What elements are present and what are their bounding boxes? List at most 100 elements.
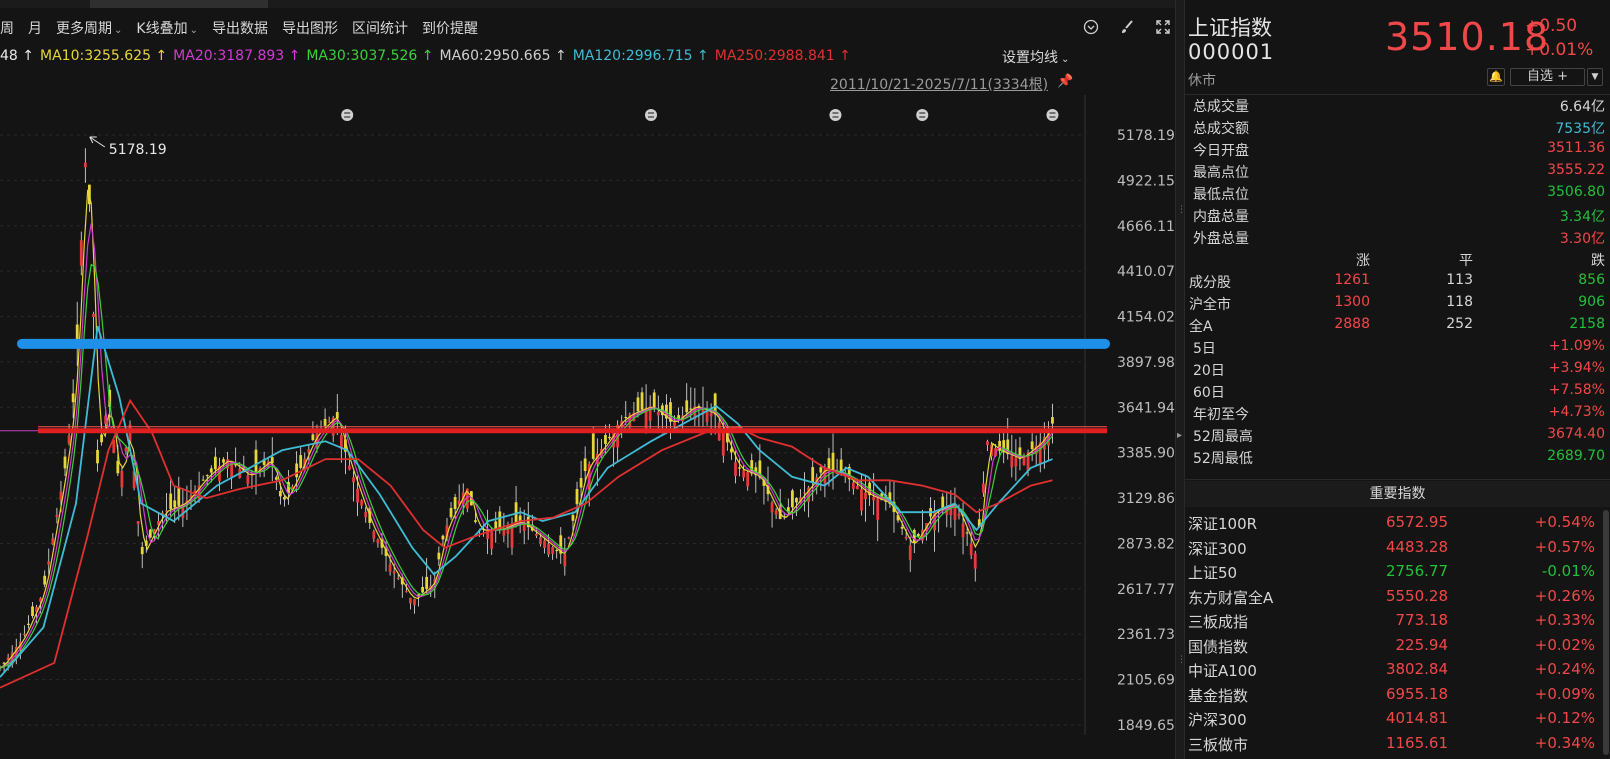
breadth-row: 成分股 1261 113 856 xyxy=(1185,270,1610,292)
y-tick-label: 4666.11 xyxy=(1117,219,1175,235)
candle-body xyxy=(969,543,973,556)
candle-body xyxy=(851,482,855,489)
index-row[interactable]: 东方财富全A 5550.28 +0.26% xyxy=(1185,584,1595,608)
candlestick-chart[interactable]: 5178.19 4922.15 4666.11 4410.07 4154.02 3897.… xyxy=(0,95,1175,759)
top-tab-strip xyxy=(0,0,1175,8)
index-row[interactable]: 三板做市 1165.61 +0.34% xyxy=(1185,731,1595,755)
watchlist-dropdown-icon[interactable]: ▼ xyxy=(1587,68,1603,86)
divider xyxy=(1185,479,1610,480)
candle-body xyxy=(51,538,55,545)
candle-body xyxy=(2,662,6,664)
candle-body xyxy=(71,393,75,403)
candle-body xyxy=(388,564,392,572)
candle-body xyxy=(222,459,225,463)
ma-legend-item[interactable]: MA120:2996.715 ↑ xyxy=(573,48,709,64)
candle-body xyxy=(270,457,274,464)
toolbar-item-4[interactable]: 导出数据 xyxy=(212,18,268,38)
toolbar-item-3[interactable]: K线叠加 ⌄ xyxy=(136,18,198,38)
index-row-price: 4014.81 xyxy=(1385,709,1448,727)
candle-body xyxy=(965,532,969,534)
event-marker-icon xyxy=(1046,109,1059,121)
y-tick-label: 3385.90 xyxy=(1117,446,1175,462)
stat-row: 总成交量 6.64亿 xyxy=(1185,94,1610,116)
indices-scrollbar[interactable] xyxy=(1603,510,1609,755)
toolbar-item-1[interactable]: 月 xyxy=(28,18,42,38)
index-row[interactable]: 上证50 2756.77 -0.01% xyxy=(1185,559,1595,583)
ma-legend-item[interactable]: MA250:2988.841 ↑ xyxy=(715,48,851,64)
candle-body xyxy=(22,633,26,635)
candle-body xyxy=(738,467,741,469)
breadth-row: 全A 2888 252 2158 xyxy=(1185,314,1610,336)
period-row: 20日 +3.94% xyxy=(1185,358,1610,380)
ma-legend-item[interactable]: MA10:3255.625 ↑ xyxy=(40,48,167,64)
index-row[interactable]: 沪深300 4014.81 +0.12% xyxy=(1185,706,1595,730)
event-marker-icon xyxy=(645,109,657,121)
candle-body xyxy=(774,510,778,515)
toolbar-item-6[interactable]: 区间统计 xyxy=(352,18,408,38)
ma-legend-item[interactable]: MA30:3037.526 ↑ xyxy=(306,48,433,64)
event-marker-icon xyxy=(341,109,354,121)
index-row[interactable]: 三板成指 773.18 +0.33% xyxy=(1185,608,1595,632)
index-row-change: +0.57% xyxy=(1534,537,1595,556)
candle-body xyxy=(27,623,30,625)
index-row[interactable]: 深证100R 6572.95 +0.54% xyxy=(1185,510,1595,534)
candle-body xyxy=(864,492,867,500)
candle-body xyxy=(567,537,571,539)
ma-legend-item[interactable]: MA20:3187.893 ↑ xyxy=(173,48,300,64)
index-row[interactable]: 中证A100 3802.84 +0.24% xyxy=(1185,657,1595,681)
quote-header: 上证指数 000001 休市 3510.18 +0.50 +0.01% 🔔 自选… xyxy=(1185,0,1610,95)
add-watchlist-button[interactable]: 自选 + xyxy=(1510,68,1585,86)
pin-icon[interactable]: 📌 xyxy=(1057,74,1073,89)
pane-splitter[interactable]: ⋮ ▸ ⋮ xyxy=(1175,0,1186,759)
candle-body xyxy=(673,422,676,426)
index-row-change: +0.26% xyxy=(1534,586,1595,605)
index-row-change: -0.01% xyxy=(1541,562,1595,580)
period-row: 60日 +7.58% xyxy=(1185,380,1610,402)
candle-body xyxy=(63,456,67,469)
candle-body xyxy=(421,586,425,593)
candle-body xyxy=(92,313,95,317)
range-label[interactable]: 2011/10/21-2025/7/11(3334根) xyxy=(830,74,1048,94)
ma-line-ma120 xyxy=(0,325,1053,678)
index-row[interactable]: 深证300 4483.28 +0.57% xyxy=(1185,535,1595,559)
candle-body xyxy=(335,412,339,419)
stat-value: 3.34亿 xyxy=(1559,209,1605,225)
brush-icon[interactable] xyxy=(1116,16,1138,38)
ma-legend-item[interactable]: MA60:2950.665 ↑ xyxy=(440,48,567,64)
toolbar-item-5[interactable]: 导出图形 xyxy=(282,18,338,38)
fullscreen-icon[interactable] xyxy=(1152,16,1174,38)
candle-body xyxy=(721,432,725,456)
stat-label: 最低点位 xyxy=(1193,187,1249,203)
collapse-arrow-icon[interactable]: ▸ xyxy=(1177,430,1182,441)
stat-label: 最高点位 xyxy=(1193,165,1249,181)
candle-body xyxy=(685,400,689,413)
candle-body xyxy=(1051,417,1054,424)
toolbar-item-0[interactable]: 周 xyxy=(0,18,14,38)
bell-icon[interactable]: 🔔 xyxy=(1487,68,1505,86)
chevron-down-icon: ⌄ xyxy=(114,25,123,36)
index-row-name: 三板成指 xyxy=(1188,613,1249,631)
index-row-name: 基金指数 xyxy=(1188,686,1249,705)
candle-body xyxy=(352,477,355,483)
app-window: 周月更多周期 ⌄ K线叠加 ⌄ 导出数据 导出图形 区间统计 到价提醒 48 ↑ MA10:32… xyxy=(0,0,1610,759)
index-row[interactable]: 基金指数 6955.18 +0.09% xyxy=(1185,682,1595,706)
set-ma-button[interactable]: 设置均线 ⌄ xyxy=(1002,47,1069,67)
toolbar-item-7[interactable]: 到价提醒 xyxy=(422,18,478,38)
active-top-tab[interactable] xyxy=(90,0,268,8)
candle-body xyxy=(636,397,640,412)
candle-body xyxy=(274,477,278,480)
important-indices-title: 重要指数 xyxy=(1185,481,1610,507)
period-row: 年初至今 +4.73% xyxy=(1185,402,1610,424)
candle-body xyxy=(441,535,445,540)
toolbar-item-2[interactable]: 更多周期 ⌄ xyxy=(56,18,122,38)
ma-legend-item[interactable]: 48 ↑ xyxy=(0,48,34,64)
toolbar-item-label: 更多周期 xyxy=(56,21,112,37)
index-row[interactable]: 国债指数 225.94 +0.02% xyxy=(1185,633,1595,657)
period-value: +7.58% xyxy=(1548,382,1605,398)
ma-line-ma250 xyxy=(0,398,1053,689)
chevron-circle-icon[interactable] xyxy=(1080,16,1102,38)
breadth-label: 成分股 xyxy=(1189,275,1231,291)
candle-body xyxy=(128,424,132,443)
index-row-name: 深证100R xyxy=(1188,515,1258,533)
breadth-up: 1300 xyxy=(1334,294,1370,310)
